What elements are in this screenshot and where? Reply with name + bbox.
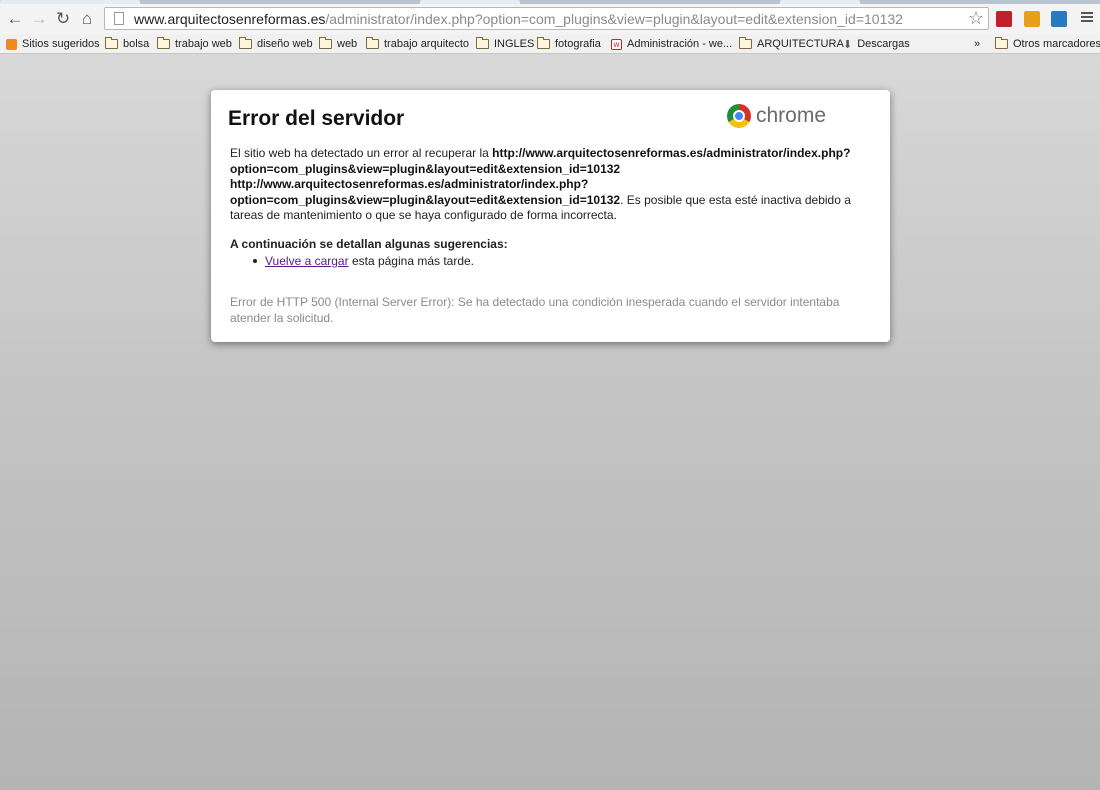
reload-icon: ↻ bbox=[55, 9, 71, 28]
bookmark-label: trabajo arquitecto bbox=[384, 38, 469, 50]
folder-icon bbox=[157, 37, 170, 49]
reload-link[interactable]: Vuelve a cargar bbox=[265, 254, 349, 268]
suggestions-list: Vuelve a cargar esta página más tarde. bbox=[253, 254, 474, 268]
folder-icon bbox=[319, 37, 332, 49]
error-message-intro: El sitio web ha detectado un error al re… bbox=[230, 146, 493, 160]
reload-tail-text: esta página más tarde. bbox=[348, 254, 475, 268]
browser-toolbar: ← → ↻ ⌂ www.arquitectosenreformas.es/adm… bbox=[0, 4, 1100, 34]
bookmark-label: Descargas bbox=[857, 38, 910, 50]
home-button[interactable]: ⌂ bbox=[75, 7, 99, 31]
bookmark-label: Administración - we... bbox=[627, 38, 733, 50]
bullet-icon bbox=[253, 258, 257, 263]
suggestions-heading: A continuación se detallan algunas suger… bbox=[230, 237, 508, 251]
error-card: Error del servidor chrome El sitio web h… bbox=[211, 90, 890, 342]
folder-icon bbox=[239, 37, 252, 49]
arrow-left-icon: ← bbox=[6, 9, 24, 28]
extension-red-icon[interactable] bbox=[996, 11, 1012, 27]
bookmark-label: trabajo web bbox=[175, 38, 232, 50]
bookmark-folder-trabajo-arquitecto[interactable]: trabajo arquitecto bbox=[366, 36, 469, 52]
folder-icon bbox=[105, 37, 118, 49]
bookmark-label: web bbox=[337, 38, 358, 50]
bookmark-label: ARQUITECTURA bbox=[757, 38, 844, 50]
bookmark-folder-diseno-web[interactable]: diseño web bbox=[239, 36, 313, 52]
download-icon: ⬇ bbox=[843, 38, 853, 51]
bookmark-sitios-sugeridos[interactable]: Sitios sugeridos bbox=[6, 36, 100, 52]
chrome-logo-icon bbox=[727, 104, 751, 128]
reload-button[interactable]: ↻ bbox=[51, 7, 75, 31]
bookmark-folder-web[interactable]: web bbox=[319, 36, 357, 52]
chrome-wordmark: chrome bbox=[756, 104, 827, 127]
bookmark-descargas[interactable]: ⬇ Descargas bbox=[843, 36, 910, 52]
bookmark-label: bolsa bbox=[123, 38, 150, 50]
address-bar[interactable]: www.arquitectosenreformas.es/administrat… bbox=[104, 7, 989, 30]
http-error-detail: Error de HTTP 500 (Internal Server Error… bbox=[230, 295, 840, 325]
overflow-chevron-icon: » bbox=[974, 38, 981, 50]
bookmark-folder-fotografia[interactable]: fotografia bbox=[537, 36, 601, 52]
bookmark-label: fotografia bbox=[555, 38, 601, 50]
extension-blue-icon[interactable] bbox=[1051, 11, 1067, 27]
error-title: Error del servidor bbox=[228, 107, 405, 130]
folder-icon bbox=[366, 37, 379, 49]
url-path: /administrator/index.php?option=com_plug… bbox=[325, 10, 903, 27]
bookmark-folder-bolsa[interactable]: bolsa bbox=[105, 36, 149, 52]
extension-map-icon[interactable] bbox=[1024, 11, 1040, 27]
chrome-menu-icon[interactable] bbox=[1079, 10, 1095, 26]
bookmark-otros-marcadores[interactable]: Otros marcadores bbox=[995, 36, 1100, 52]
arrow-right-icon: → bbox=[30, 9, 48, 28]
chrome-logo: chrome bbox=[727, 104, 826, 128]
bookmark-label: Sitios sugeridos bbox=[22, 38, 100, 50]
bookmarks-bar: Sitios sugeridos bolsa trabajo web diseñ… bbox=[0, 34, 1100, 54]
bookmark-label: Otros marcadores bbox=[1013, 38, 1100, 50]
bookmark-folder-arquitectura[interactable]: ARQUITECTURA bbox=[739, 36, 844, 52]
forward-button[interactable]: → bbox=[27, 7, 51, 31]
suggested-sites-icon bbox=[6, 38, 17, 50]
error-message: El sitio web ha detectado un error al re… bbox=[230, 146, 870, 224]
bookmark-label: INGLES bbox=[494, 38, 535, 50]
back-button[interactable]: ← bbox=[3, 7, 27, 31]
bookmark-label: diseño web bbox=[257, 38, 313, 50]
url-host: www.arquitectosenreformas.es bbox=[134, 10, 326, 27]
bookmark-administracion[interactable]: w Administración - we... bbox=[611, 36, 732, 52]
list-item: Vuelve a cargar esta página más tarde. bbox=[253, 254, 474, 268]
folder-icon bbox=[739, 37, 752, 49]
home-icon: ⌂ bbox=[81, 9, 93, 28]
page-icon bbox=[114, 12, 124, 25]
bookmark-folder-ingles[interactable]: INGLES bbox=[476, 36, 534, 52]
bookmark-folder-trabajo-web[interactable]: trabajo web bbox=[157, 36, 232, 52]
bookmark-star-icon[interactable]: ☆ bbox=[968, 8, 984, 29]
site-favicon: w bbox=[611, 38, 622, 50]
folder-icon bbox=[995, 37, 1008, 49]
bookmarks-overflow-button[interactable]: » bbox=[974, 36, 980, 52]
folder-icon bbox=[537, 37, 550, 49]
folder-icon bbox=[476, 37, 489, 49]
